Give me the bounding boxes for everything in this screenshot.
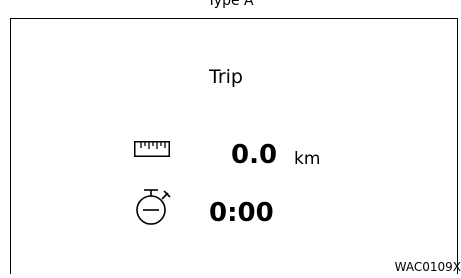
odometer-ruler-icon	[134, 141, 170, 157]
trip-distance-unit: km	[294, 149, 321, 169]
figure-caption: Type A	[207, 0, 254, 9]
trip-title: Trip	[209, 66, 243, 88]
trip-distance-value: 0.0	[231, 140, 278, 170]
figure-code: WAC0109X	[394, 260, 461, 274]
trip-elapsed-time: 0:00	[209, 198, 274, 228]
stopwatch-icon	[136, 189, 171, 225]
